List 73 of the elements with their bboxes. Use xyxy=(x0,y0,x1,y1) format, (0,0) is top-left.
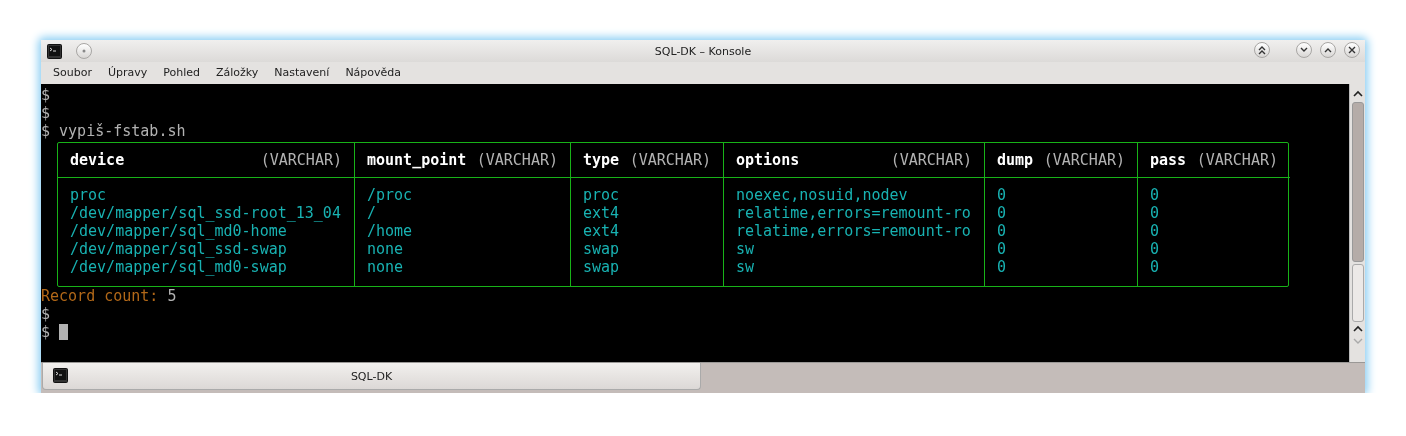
minimize-icon xyxy=(1300,47,1308,53)
table-cell-text: ext4 xyxy=(583,204,621,222)
table-cell-text: proc xyxy=(583,186,621,204)
keep-above-button[interactable] xyxy=(1254,42,1270,58)
table-cell-text: 0 xyxy=(997,204,1008,222)
column-name: mount_point xyxy=(367,151,467,169)
table-cell: relatime,errors=remount-ro xyxy=(736,204,972,222)
dot-icon xyxy=(82,49,86,53)
record-count-value: 5 xyxy=(167,287,177,305)
maximize-icon xyxy=(1324,47,1332,53)
column-type: (VARCHAR) xyxy=(629,151,711,169)
menu-item[interactable]: Soubor xyxy=(45,62,100,84)
table-cell-text: 0 xyxy=(1150,240,1161,258)
table-cell-text: 0 xyxy=(997,186,1008,204)
prompt: $ xyxy=(41,104,51,122)
column-type: (VARCHAR) xyxy=(890,151,972,169)
table-cell-text: 0 xyxy=(1150,204,1161,222)
menu-item[interactable]: Nápověda xyxy=(337,62,410,84)
table-cell-text: /dev/mapper/sql_ssd-swap xyxy=(70,240,288,258)
scroll-up-icon[interactable] xyxy=(1352,325,1363,333)
prompt: $ xyxy=(41,305,51,323)
terminal-tab[interactable]: SQL-DK xyxy=(42,363,701,390)
prompt: $ xyxy=(41,86,51,104)
column-type: (VARCHAR) xyxy=(1196,151,1278,169)
command-line: $ vypiš-fstab.sh xyxy=(41,122,186,140)
menu-item[interactable]: Úpravy xyxy=(99,62,156,84)
minimize-button[interactable] xyxy=(1296,42,1312,58)
column-type: (VARCHAR) xyxy=(476,151,558,169)
table-cell-text: /proc xyxy=(367,186,414,204)
record-count-label: Record count: xyxy=(41,287,159,305)
column-name: pass xyxy=(1150,151,1187,169)
menu-item[interactable]: Pohled xyxy=(155,62,208,84)
column-name: options xyxy=(736,151,800,169)
table-cell-text: 0 xyxy=(1150,258,1161,276)
scrollbar[interactable] xyxy=(1349,84,1365,362)
window-title: SQL-DK – Konsole xyxy=(654,44,752,60)
table-cell: /dev/mapper/sql_ssd-root_13_04 xyxy=(70,204,342,222)
table-cell-text: 0 xyxy=(997,240,1008,258)
table-cell-text: 0 xyxy=(1150,222,1161,240)
close-icon xyxy=(1348,46,1356,54)
table-cell-text: /dev/mapper/sql_md0-swap xyxy=(70,258,288,276)
close-button[interactable] xyxy=(1344,42,1360,58)
menu-item[interactable]: Nastavení xyxy=(266,62,338,84)
terminal-icon[interactable] xyxy=(47,43,62,59)
scroll-up-icon[interactable] xyxy=(1352,90,1363,98)
maximize-button[interactable] xyxy=(1320,42,1336,58)
scrollbar-handle[interactable] xyxy=(1351,264,1364,322)
double-caret-up-icon xyxy=(1258,45,1266,55)
table-cell-text: none xyxy=(367,240,405,258)
text-cursor xyxy=(59,324,69,340)
column-type: (VARCHAR) xyxy=(260,151,342,169)
table-cell-text: swap xyxy=(583,258,621,276)
table-cell-text: sw xyxy=(736,258,756,276)
table-cell-text: proc xyxy=(70,186,108,204)
table-cell-text: /home xyxy=(367,222,414,240)
table-cell: relatime,errors=remount-ro xyxy=(736,222,972,240)
column-name: type xyxy=(583,151,620,169)
table-cell-text: none xyxy=(367,258,405,276)
column-name: device xyxy=(70,151,125,169)
prompt: $ xyxy=(41,323,51,341)
column-type: (VARCHAR) xyxy=(1043,151,1125,169)
table-cell-text: 0 xyxy=(997,222,1008,240)
table-cell-text: sw xyxy=(736,240,756,258)
table-cell-text: noexec,nosuid,nodev xyxy=(736,186,909,204)
table-cell-text: / xyxy=(367,204,378,222)
column-name: dump xyxy=(997,151,1034,169)
table-cell-text: 0 xyxy=(997,258,1008,276)
table-cell-text: /dev/mapper/sql_md0-home xyxy=(70,222,288,240)
table-cell-text: ext4 xyxy=(583,222,621,240)
terminal-icon xyxy=(53,368,68,383)
menu-item[interactable]: Záložky xyxy=(208,62,267,84)
table-cell-text: 0 xyxy=(1150,186,1161,204)
table-cell-text: swap xyxy=(583,240,621,258)
